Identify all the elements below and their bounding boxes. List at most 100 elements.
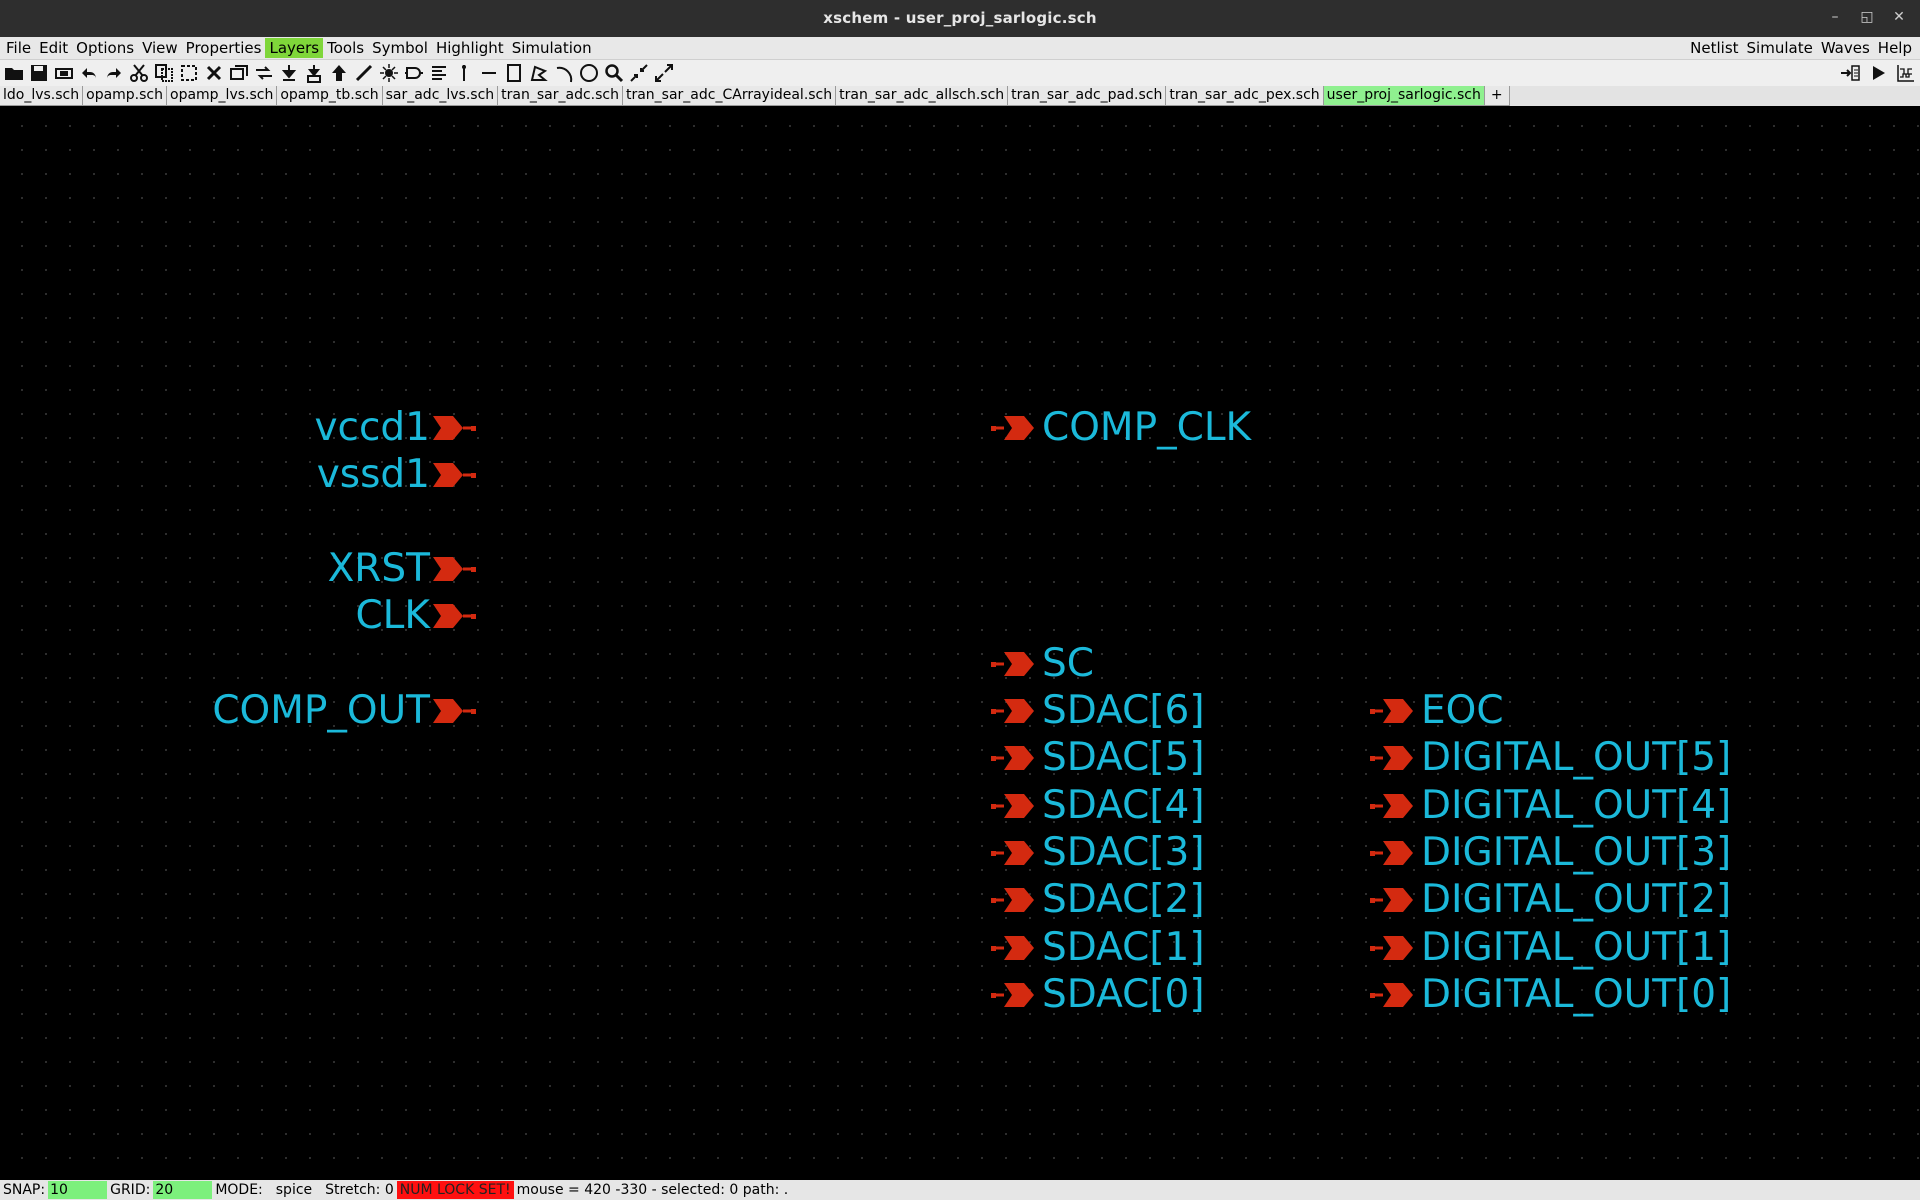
tab-tran-sar-adc-pex[interactable]: tran_sar_adc_pex.sch bbox=[1166, 86, 1324, 106]
stretch-status: Stretch: 0 bbox=[325, 1182, 394, 1198]
mode-value: spice bbox=[275, 1182, 313, 1198]
opin-eoc[interactable]: EOC bbox=[1369, 688, 1789, 734]
input-pin-arrow-icon bbox=[433, 416, 476, 440]
zoom-full-icon[interactable] bbox=[652, 61, 676, 85]
opin-digital_out2[interactable]: DIGITAL_OUT[2] bbox=[1369, 877, 1789, 923]
menu-properties[interactable]: Properties bbox=[182, 38, 266, 58]
tab-ldo-lvs[interactable]: ldo_lvs.sch bbox=[0, 86, 84, 106]
opin-digital_out0[interactable]: DIGITAL_OUT[0] bbox=[1369, 972, 1789, 1018]
output-pin-arrow-icon bbox=[991, 746, 1034, 770]
menu-simulation[interactable]: Simulation bbox=[508, 38, 596, 58]
opin-digital_out3[interactable]: DIGITAL_OUT[3] bbox=[1369, 830, 1789, 876]
tab-opamp-tb[interactable]: opamp_tb.sch bbox=[277, 86, 383, 106]
simulate-icon[interactable] bbox=[1866, 61, 1890, 85]
menu-layers[interactable]: Layers bbox=[265, 38, 324, 58]
pin-label: COMP_OUT bbox=[212, 688, 430, 733]
output-pin-arrow-icon bbox=[1370, 936, 1413, 960]
pin-label: DIGITAL_OUT[2] bbox=[1421, 877, 1732, 922]
tab-user-proj-sarlogic[interactable]: user_proj_sarlogic.sch bbox=[1323, 86, 1485, 106]
menu-edit[interactable]: Edit bbox=[35, 38, 72, 58]
menu-view[interactable]: View bbox=[138, 38, 182, 58]
undo-icon[interactable] bbox=[77, 61, 101, 85]
tab-opamp-lvs[interactable]: opamp_lvs.sch bbox=[167, 86, 278, 106]
output-pin-arrow-icon bbox=[991, 936, 1034, 960]
ipin-xrst[interactable]: XRST bbox=[0, 546, 480, 592]
schematic-canvas[interactable]: vccd1 vssd1 XRST CLK COMP_OUT COMP_CLK SC SDAC[… bbox=[0, 106, 1920, 1180]
netlist-icon[interactable] bbox=[1838, 61, 1862, 85]
menu-simulate[interactable]: Simulate bbox=[1743, 38, 1817, 58]
add-tab-button[interactable]: + bbox=[1484, 86, 1510, 106]
reload-icon[interactable] bbox=[52, 61, 76, 85]
opin-digital_out5[interactable]: DIGITAL_OUT[5] bbox=[1369, 735, 1789, 781]
symbol-icon[interactable] bbox=[402, 61, 426, 85]
ipin-vccd1[interactable]: vccd1 bbox=[0, 405, 480, 451]
zoom-fit-icon[interactable] bbox=[627, 61, 651, 85]
opin-digital_out1[interactable]: DIGITAL_OUT[1] bbox=[1369, 925, 1789, 971]
descend-symbol-icon[interactable] bbox=[302, 61, 326, 85]
maximize-button[interactable]: ◱ bbox=[1856, 6, 1878, 28]
tab-tran-sar-adc-pad[interactable]: tran_sar_adc_pad.sch bbox=[1008, 86, 1167, 106]
menu-highlight[interactable]: Highlight bbox=[432, 38, 508, 58]
duplicate-icon[interactable] bbox=[227, 61, 251, 85]
wire-icon[interactable] bbox=[352, 61, 376, 85]
save-icon[interactable] bbox=[27, 61, 51, 85]
opin-sdac6[interactable]: SDAC[6] bbox=[990, 688, 1410, 734]
copy-icon[interactable] bbox=[152, 61, 176, 85]
menu-symbol[interactable]: Symbol bbox=[368, 38, 432, 58]
tab-tran-sar-adc-allsch[interactable]: tran_sar_adc_allsch.sch bbox=[836, 86, 1009, 106]
output-pin-arrow-icon bbox=[991, 652, 1034, 676]
circle-icon[interactable] bbox=[577, 61, 601, 85]
ipin-comp_out[interactable]: COMP_OUT bbox=[0, 688, 480, 734]
close-window-button[interactable]: ✕ bbox=[1888, 6, 1910, 28]
tab-tran-sar-adc[interactable]: tran_sar_adc.sch bbox=[498, 86, 623, 106]
output-pin-arrow-icon bbox=[1370, 983, 1413, 1007]
opin-digital_out4[interactable]: DIGITAL_OUT[4] bbox=[1369, 783, 1789, 829]
opin-sdac4[interactable]: SDAC[4] bbox=[990, 783, 1410, 829]
tab-tran-sar-adc-carrayideal[interactable]: tran_sar_adc_CArrayideal.sch bbox=[622, 86, 837, 106]
output-pin-arrow-icon bbox=[991, 794, 1034, 818]
line-icon[interactable] bbox=[477, 61, 501, 85]
highlight-icon[interactable] bbox=[377, 61, 401, 85]
grid-input[interactable]: 20 bbox=[153, 1181, 213, 1199]
arc-icon[interactable] bbox=[552, 61, 576, 85]
opin-sdac3[interactable]: SDAC[3] bbox=[990, 830, 1410, 876]
move-icon[interactable] bbox=[252, 61, 276, 85]
pin-icon[interactable] bbox=[452, 61, 476, 85]
tab-opamp[interactable]: opamp.sch bbox=[83, 86, 167, 106]
rectangle-icon[interactable] bbox=[502, 61, 526, 85]
menu-help[interactable]: Help bbox=[1874, 38, 1916, 58]
paste-icon[interactable] bbox=[177, 61, 201, 85]
cut-icon[interactable] bbox=[127, 61, 151, 85]
go-up-icon[interactable] bbox=[327, 61, 351, 85]
descend-icon[interactable] bbox=[277, 61, 301, 85]
waves-icon[interactable] bbox=[1894, 61, 1918, 85]
pin-label: COMP_CLK bbox=[1042, 405, 1252, 450]
minimize-button[interactable]: – bbox=[1824, 6, 1846, 28]
menu-waves[interactable]: Waves bbox=[1817, 38, 1874, 58]
output-pin-arrow-icon bbox=[991, 416, 1034, 440]
menu-netlist[interactable]: Netlist bbox=[1686, 38, 1742, 58]
opin-sc[interactable]: SC bbox=[990, 641, 1410, 687]
align-icon[interactable] bbox=[427, 61, 451, 85]
opin-sdac1[interactable]: SDAC[1] bbox=[990, 925, 1410, 971]
ipin-vssd1[interactable]: vssd1 bbox=[0, 452, 480, 498]
pin-label: DIGITAL_OUT[5] bbox=[1421, 735, 1732, 780]
menu-options[interactable]: Options bbox=[72, 38, 138, 58]
zoom-icon[interactable] bbox=[602, 61, 626, 85]
opin-sdac2[interactable]: SDAC[2] bbox=[990, 877, 1410, 923]
tab-sar-adc-lvs[interactable]: sar_adc_lvs.sch bbox=[382, 86, 499, 106]
redo-icon[interactable] bbox=[102, 61, 126, 85]
opin-sdac0[interactable]: SDAC[0] bbox=[990, 972, 1410, 1018]
ipin-clk[interactable]: CLK bbox=[0, 593, 480, 639]
menu-file[interactable]: File bbox=[2, 38, 35, 58]
opin-sdac5[interactable]: SDAC[5] bbox=[990, 735, 1410, 781]
input-pin-arrow-icon bbox=[433, 463, 476, 487]
pin-label: EOC bbox=[1421, 688, 1504, 733]
polygon-icon[interactable] bbox=[527, 61, 551, 85]
opin-comp_clk[interactable]: COMP_CLK bbox=[990, 405, 1410, 451]
open-folder-icon[interactable] bbox=[2, 61, 26, 85]
snap-input[interactable]: 10 bbox=[48, 1181, 108, 1199]
delete-icon[interactable] bbox=[202, 61, 226, 85]
pin-label: SDAC[5] bbox=[1042, 735, 1205, 780]
menu-tools[interactable]: Tools bbox=[323, 38, 368, 58]
